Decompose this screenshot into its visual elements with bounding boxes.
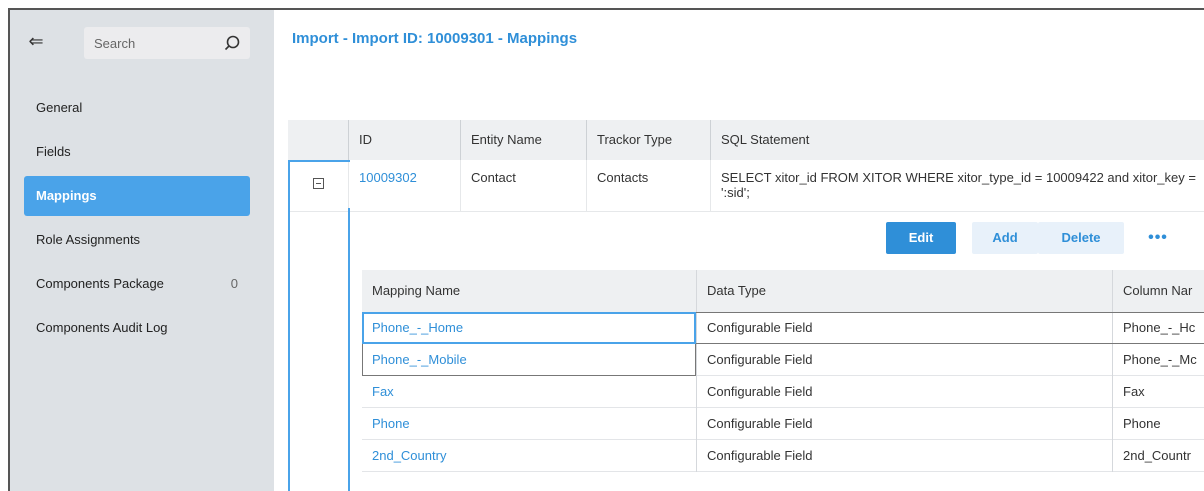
sidebar-item-label: Role Assignments	[36, 232, 141, 247]
parent-row-id[interactable]: 10009302	[348, 160, 460, 212]
sidebar-item-role-assignments[interactable]: Role Assignments	[24, 220, 250, 260]
sidebar-item-components-audit-log[interactable]: Components Audit Log	[24, 308, 250, 348]
parent-table-header: ID Entity Name Trackor Type SQL Statemen…	[288, 120, 1204, 160]
column-name-cell: 2nd_Countr	[1112, 440, 1204, 472]
column-name-cell: Phone_-_Mc	[1112, 344, 1204, 376]
mapping-name-cell[interactable]: Fax	[362, 376, 696, 408]
table-row[interactable]: Fax Configurable Field Fax	[362, 376, 1204, 408]
parent-table-row[interactable]: 10009302 Contact Contacts SELECT xitor_i…	[288, 160, 1204, 212]
column-name-cell: Fax	[1112, 376, 1204, 408]
column-header-id[interactable]: ID	[348, 120, 460, 160]
sidebar-nav: General Fields Mappings Role Assignments…	[24, 88, 250, 352]
data-type-cell: Configurable Field	[696, 440, 1112, 472]
more-options-icon[interactable]: •••	[1138, 222, 1178, 254]
column-name-cell: Phone	[1112, 408, 1204, 440]
page-title: Import - Import ID: 10009301 - Mappings	[292, 30, 578, 47]
data-type-cell: Configurable Field	[696, 376, 1112, 408]
table-row[interactable]: 2nd_Country Configurable Field 2nd_Count…	[362, 440, 1204, 472]
sidebar: ⇐ General Fields Mappings Role Assignmen…	[10, 10, 274, 491]
sidebar-item-mappings[interactable]: Mappings	[24, 176, 250, 216]
components-package-count: 0	[230, 276, 238, 291]
edit-button[interactable]: Edit	[886, 222, 956, 254]
table-row[interactable]: Phone_-_Mobile Configurable Field Phone_…	[362, 344, 1204, 376]
main-content: Import - Import ID: 10009301 - Mappings …	[274, 10, 1204, 491]
app-frame: ⇐ General Fields Mappings Role Assignmen…	[8, 8, 1204, 491]
collapse-sidebar-icon[interactable]: ⇐	[26, 32, 46, 50]
focused-cell-outline	[362, 312, 696, 344]
add-button[interactable]: Add	[972, 222, 1038, 254]
mapping-name-cell[interactable]: 2nd_Country	[362, 440, 696, 472]
mappings-table: Mapping Name Data Type Column Nar Phone_…	[362, 270, 1204, 472]
mapping-name-cell[interactable]: Phone	[362, 408, 696, 440]
delete-button[interactable]: Delete	[1038, 222, 1124, 254]
row-outline	[696, 312, 1204, 344]
sidebar-item-label: Mappings	[36, 188, 97, 203]
column-header-sql-statement[interactable]: SQL Statement	[710, 120, 1204, 160]
sidebar-top: ⇐	[10, 10, 274, 72]
sidebar-item-label: General	[36, 100, 83, 115]
sidebar-item-general[interactable]: General	[24, 88, 250, 128]
row-outline	[362, 344, 696, 376]
data-type-cell: Configurable Field	[696, 408, 1112, 440]
mappings-table-header: Mapping Name Data Type Column Nar	[362, 270, 1204, 312]
data-type-cell: Configurable Field	[696, 344, 1112, 376]
table-row[interactable]: Phone_-_Home Configurable Field Phone_-_…	[362, 312, 1204, 344]
parent-row-sql-statement: SELECT xitor_id FROM XITOR WHERE xitor_t…	[710, 160, 1204, 212]
column-header-column-name[interactable]: Column Nar	[1112, 270, 1204, 312]
parent-row-trackor-type: Contacts	[586, 160, 710, 212]
sidebar-item-label: Components Audit Log	[36, 320, 168, 335]
column-header-entity-name[interactable]: Entity Name	[460, 120, 586, 160]
sidebar-item-fields[interactable]: Fields	[24, 132, 250, 172]
column-header-data-type[interactable]: Data Type	[696, 270, 1112, 312]
search-input[interactable]	[94, 27, 214, 59]
sidebar-item-label: Fields	[36, 144, 71, 159]
sidebar-item-components-package[interactable]: Components Package 0	[24, 264, 250, 304]
selected-row-outline	[288, 160, 350, 491]
sidebar-item-label: Components Package	[36, 276, 164, 291]
column-header-trackor-type[interactable]: Trackor Type	[586, 120, 710, 160]
search-icon[interactable]	[224, 35, 240, 51]
search-box	[84, 27, 250, 59]
selected-row-left-rule	[348, 208, 350, 491]
table-row[interactable]: Phone Configurable Field Phone	[362, 408, 1204, 440]
parent-row-entity-name: Contact	[460, 160, 586, 212]
column-header-mapping-name[interactable]: Mapping Name	[362, 270, 696, 312]
